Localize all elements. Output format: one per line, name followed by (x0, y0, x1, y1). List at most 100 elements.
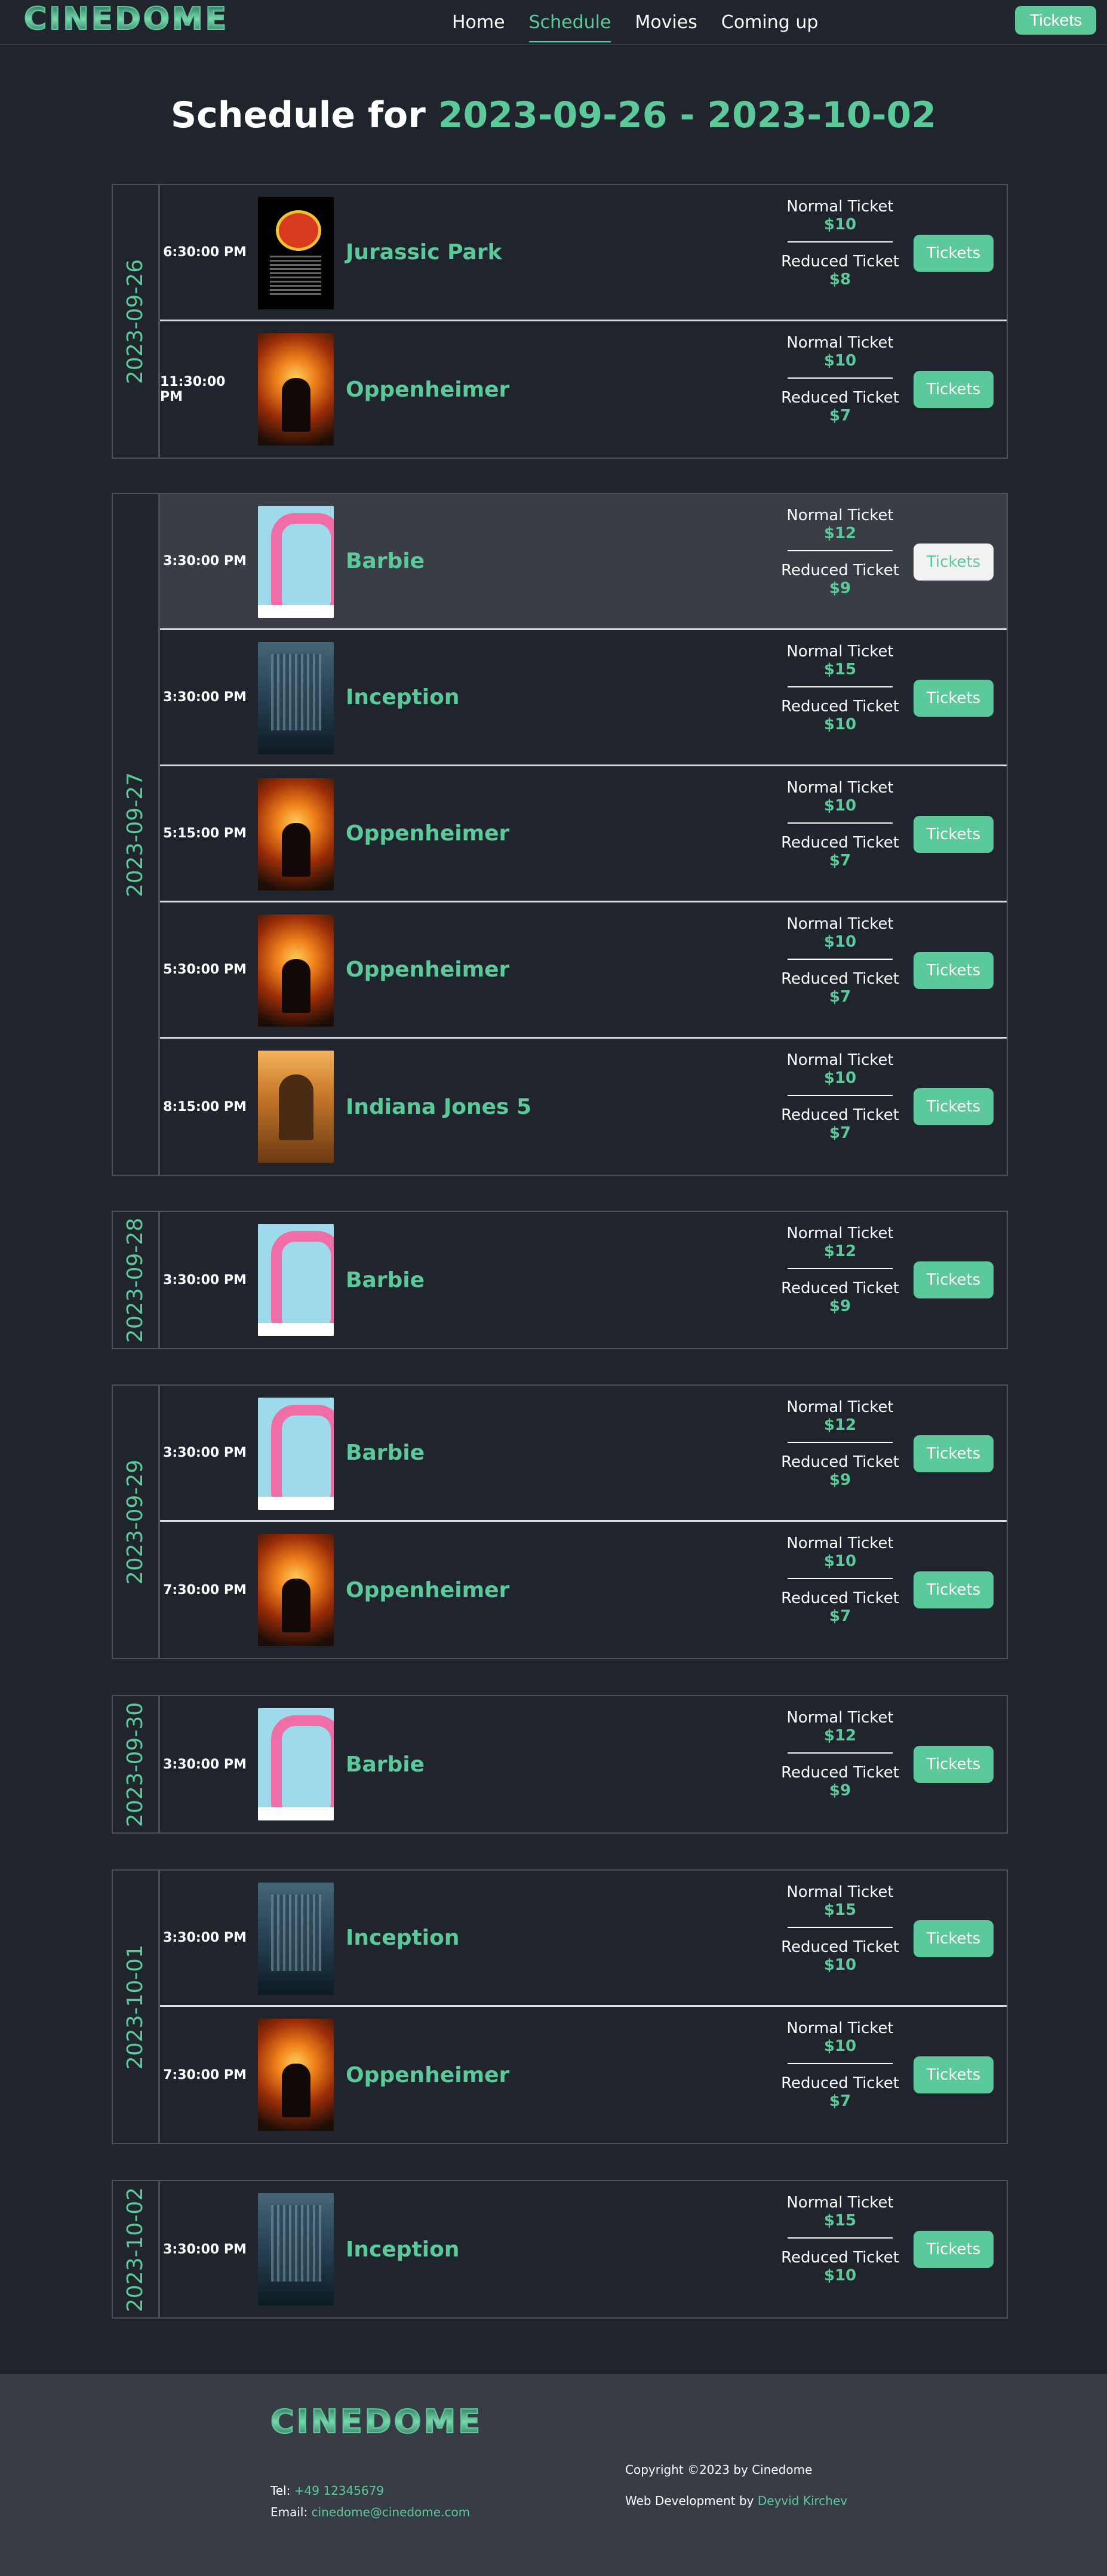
nav-schedule-link[interactable]: Schedule (528, 4, 611, 42)
show-time: 3:30:00 PM (163, 690, 247, 705)
footer-credits: Copyright ©2023 by Cinedome Web Developm… (625, 2454, 847, 2516)
nav-coming-up-link[interactable]: Coming up (721, 4, 819, 41)
show-row: 3:30:00 PM Barbie Normal Ticket $12 Redu… (160, 1696, 1007, 1832)
price-divider (788, 1752, 893, 1754)
schedule-day: 2023-09-27 3:30:00 PM Barbie Normal Tick… (112, 493, 1008, 1176)
barbie-poster[interactable] (258, 506, 334, 618)
tickets-button[interactable]: Tickets (914, 235, 994, 272)
tickets-button[interactable]: Tickets (914, 2056, 994, 2093)
show-row: 5:15:00 PM Oppenheimer Normal Ticket $10… (160, 766, 1007, 902)
nav-movies-link[interactable]: Movies (635, 4, 697, 41)
tickets-button[interactable]: Tickets (914, 1920, 994, 1957)
oppenheimer-poster[interactable] (258, 914, 334, 1027)
barbie-poster[interactable] (258, 1224, 334, 1336)
oppenheimer-poster[interactable] (258, 1534, 334, 1646)
ticket-prices: Normal Ticket $15 Reduced Ticket $10 (777, 1883, 903, 1973)
show-row: 3:30:00 PM Barbie Normal Ticket $12 Redu… (160, 494, 1007, 630)
tickets-button[interactable]: Tickets (914, 1088, 994, 1125)
show-time: 5:30:00 PM (163, 962, 247, 977)
indiana-jones-poster[interactable] (258, 1051, 334, 1163)
tickets-button[interactable]: Tickets (914, 816, 994, 853)
oppenheimer-poster[interactable] (258, 778, 334, 891)
tickets-button[interactable]: Tickets (914, 1435, 994, 1472)
movie-title[interactable]: Barbie (346, 1212, 425, 1348)
show-time: 6:30:00 PM (163, 245, 247, 260)
movie-title[interactable]: Barbie (346, 1696, 425, 1832)
movie-title[interactable]: Inception (346, 1871, 459, 2005)
barbie-poster[interactable] (258, 1398, 334, 1510)
footer-tel-link[interactable]: +49 12345679 (294, 2483, 384, 2498)
reduced-ticket-price: $7 (829, 852, 851, 870)
normal-ticket-label: Normal Ticket (786, 2194, 894, 2212)
oppenheimer-poster[interactable] (258, 2019, 334, 2131)
show-time: 7:30:00 PM (163, 1582, 247, 1598)
movie-title[interactable]: Jurassic Park (346, 185, 502, 320)
day-date-label: 2023-09-26 (113, 185, 160, 458)
schedule-day: 2023-09-30 3:30:00 PM Barbie Normal Tick… (112, 1695, 1008, 1834)
schedule-day: 2023-09-26 6:30:00 PM Jurassic Park Norm… (112, 184, 1008, 459)
show-time: 3:30:00 PM (163, 1445, 247, 1460)
footer-dev-link[interactable]: Deyvid Kirchev (758, 2494, 847, 2508)
movie-title[interactable]: Oppenheimer (346, 1522, 509, 1658)
normal-ticket-label: Normal Ticket (786, 915, 894, 933)
normal-ticket-label: Normal Ticket (786, 779, 894, 797)
footer-tel-label: Tel: (270, 2483, 291, 2498)
movie-title[interactable]: Oppenheimer (346, 766, 509, 901)
navbar: CINEDOME Home Schedule Movies Coming up … (0, 0, 1107, 45)
day-date-label: 2023-09-29 (113, 1386, 160, 1658)
normal-ticket-label: Normal Ticket (786, 2019, 894, 2037)
inception-poster[interactable] (258, 642, 334, 754)
tickets-button[interactable]: Tickets (914, 544, 994, 581)
tickets-button[interactable]: Tickets (914, 371, 994, 408)
movie-title[interactable]: Inception (346, 630, 459, 764)
schedule-day: 2023-09-28 3:30:00 PM Barbie Normal Tick… (112, 1211, 1008, 1349)
show-list: 3:30:00 PM Barbie Normal Ticket $12 Redu… (160, 1212, 1007, 1348)
movie-title[interactable]: Oppenheimer (346, 902, 509, 1037)
cinedome-logo[interactable]: CINEDOME (23, 1, 229, 38)
reduced-ticket-label: Reduced Ticket (781, 1764, 899, 1782)
oppenheimer-poster[interactable] (258, 333, 334, 446)
normal-ticket-price: $10 (823, 216, 857, 234)
show-list: 3:30:00 PM Inception Normal Ticket $15 R… (160, 1871, 1007, 2143)
normal-ticket-label: Normal Ticket (786, 643, 894, 661)
movie-title[interactable]: Barbie (346, 494, 425, 628)
day-date: 2023-09-30 (123, 1702, 148, 1827)
ticket-prices: Normal Ticket $10 Reduced Ticket $7 (777, 2019, 903, 2110)
tickets-button[interactable]: Tickets (914, 1746, 994, 1783)
show-time: 7:30:00 PM (163, 2067, 247, 2083)
nav-tickets-button[interactable]: Tickets (1015, 6, 1096, 35)
footer-email: Email: cinedome@cinedome.com (270, 2501, 470, 2523)
day-date: 2023-09-28 (123, 1217, 148, 1343)
footer-email-label: Email: (270, 2505, 308, 2519)
show-row: 3:30:00 PM Barbie Normal Ticket $12 Redu… (160, 1386, 1007, 1522)
ticket-prices: Normal Ticket $10 Reduced Ticket $7 (777, 778, 903, 869)
inception-poster[interactable] (258, 1883, 334, 1995)
normal-ticket-label: Normal Ticket (786, 1709, 894, 1727)
movie-title[interactable]: Indiana Jones 5 (346, 1039, 531, 1175)
reduced-ticket-price: $7 (829, 1124, 851, 1142)
reduced-ticket-price: $10 (823, 1956, 857, 1974)
nav-home-link[interactable]: Home (452, 4, 505, 41)
tickets-button[interactable]: Tickets (914, 952, 994, 989)
day-date: 2023-10-01 (123, 1944, 148, 2070)
price-divider (788, 1927, 893, 1928)
movie-title[interactable]: Barbie (346, 1386, 425, 1520)
tickets-button[interactable]: Tickets (914, 2231, 994, 2268)
reduced-ticket-price: $7 (829, 1607, 851, 1625)
schedule-day: 2023-10-02 3:30:00 PM Inception Normal T… (112, 2180, 1008, 2319)
tickets-button[interactable]: Tickets (914, 680, 994, 717)
movie-title[interactable]: Inception (346, 2181, 459, 2317)
ticket-prices: Normal Ticket $10 Reduced Ticket $7 (777, 914, 903, 1005)
reduced-ticket-label: Reduced Ticket (781, 698, 899, 716)
tickets-button[interactable]: Tickets (914, 1571, 994, 1608)
jurassic-park-poster[interactable] (258, 197, 334, 309)
movie-title[interactable]: Oppenheimer (346, 321, 509, 458)
barbie-poster[interactable] (258, 1708, 334, 1820)
show-row: 3:30:00 PM Inception Normal Ticket $15 R… (160, 2181, 1007, 2317)
inception-poster[interactable] (258, 2193, 334, 2305)
show-time: 3:30:00 PM (163, 2242, 247, 2257)
tickets-button[interactable]: Tickets (914, 1261, 994, 1298)
footer-email-link[interactable]: cinedome@cinedome.com (312, 2505, 471, 2519)
reduced-ticket-price: $10 (823, 716, 857, 733)
movie-title[interactable]: Oppenheimer (346, 2007, 509, 2143)
